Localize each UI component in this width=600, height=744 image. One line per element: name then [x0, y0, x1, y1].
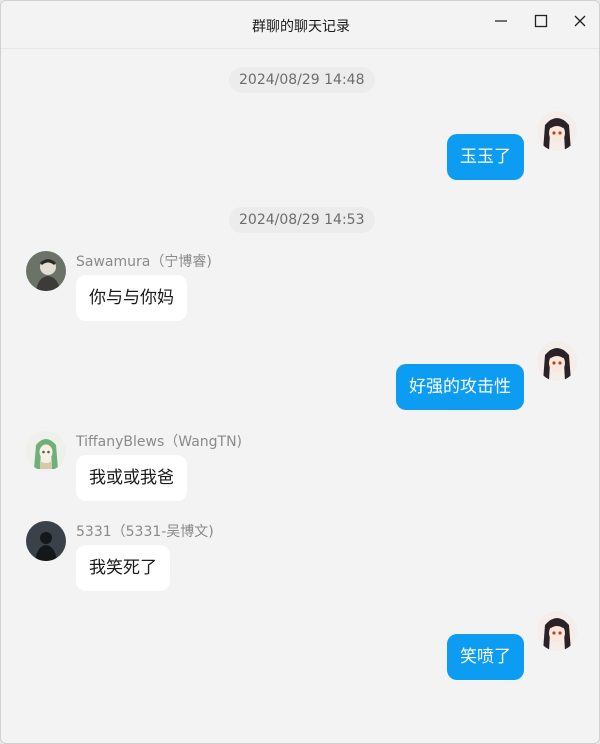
sender-name: TiffanyBlews（WangTN)	[76, 434, 243, 450]
close-icon	[574, 15, 586, 27]
minimize-button[interactable]	[483, 7, 519, 35]
sender-avatar[interactable]	[26, 521, 66, 561]
minimize-icon	[495, 20, 507, 22]
avatar-image	[537, 611, 577, 651]
self-avatar[interactable]	[537, 611, 577, 651]
outgoing-message[interactable]: 玉玉了	[447, 134, 524, 180]
avatar-image	[537, 341, 577, 381]
close-button[interactable]	[562, 7, 598, 35]
sender-avatar[interactable]	[26, 431, 66, 471]
timestamp: 2024/08/29 14:48	[229, 67, 375, 93]
avatar-image	[26, 521, 66, 561]
timestamp: 2024/08/29 14:53	[229, 207, 375, 233]
maximize-button[interactable]	[523, 7, 559, 35]
outgoing-message[interactable]: 笑喷了	[447, 634, 524, 680]
sender-avatar[interactable]	[26, 251, 66, 291]
avatar-image	[26, 431, 66, 471]
outgoing-message[interactable]: 好强的攻击性	[396, 364, 524, 410]
incoming-message[interactable]: 我或或我爸	[76, 455, 187, 501]
self-avatar[interactable]	[537, 111, 577, 151]
sender-name: Sawamura（宁博睿)	[76, 254, 212, 270]
title-bar: 群聊的聊天记录	[1, 1, 599, 49]
incoming-message[interactable]: 你与与你妈	[76, 275, 187, 321]
avatar-image	[537, 111, 577, 151]
chat-history-window: 群聊的聊天记录 2024/08/29 14:48 玉玉了 2024/08/29 …	[0, 0, 600, 744]
incoming-message[interactable]: 我笑死了	[76, 545, 170, 591]
sender-name: 5331（5331-吴博文)	[76, 524, 214, 540]
avatar-image	[26, 251, 66, 291]
maximize-icon	[534, 14, 548, 28]
self-avatar[interactable]	[537, 341, 577, 381]
